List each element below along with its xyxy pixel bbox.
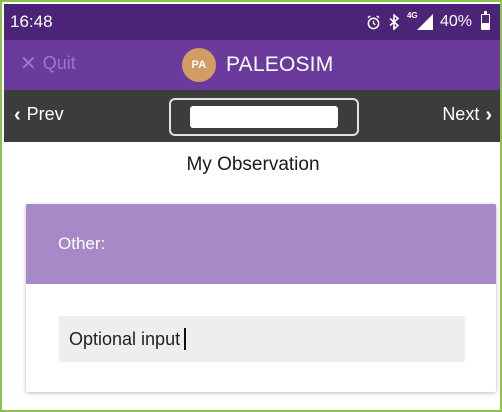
status-time: 16:48	[10, 12, 53, 31]
card-header: Other:	[26, 204, 496, 284]
battery-percent: 40%	[439, 13, 472, 30]
optional-input-field[interactable]: Optional input	[59, 316, 465, 362]
chevron-left-icon: ‹	[14, 103, 21, 126]
optional-input-value: Optional input	[69, 328, 181, 349]
device-frame: 16:48 4G 40% ✕ Quit PA PALEOSIM ‹ Prev N…	[0, 0, 502, 412]
chevron-right-icon: ›	[485, 103, 492, 126]
next-button[interactable]: Next ›	[442, 104, 492, 125]
battery-level-fill	[482, 23, 489, 29]
prev-label: Prev	[26, 104, 64, 124]
bluetooth-icon	[388, 14, 400, 30]
prev-button[interactable]: ‹ Prev	[14, 104, 64, 125]
record-selector-value	[190, 106, 338, 128]
app-name: PALEOSIM	[226, 53, 334, 76]
other-label: Other:	[58, 234, 106, 253]
text-cursor	[184, 328, 187, 350]
next-label: Next	[442, 104, 480, 124]
app-logo: PA	[182, 48, 216, 82]
quit-button[interactable]: ✕ Quit	[20, 53, 76, 74]
page-title: My Observation	[186, 154, 320, 175]
quit-label: Quit	[42, 53, 76, 73]
cell-signal-icon: 4G	[407, 11, 433, 30]
status-bar: 16:48 4G 40%	[4, 4, 500, 40]
battery-icon	[481, 11, 490, 30]
close-icon: ✕	[20, 52, 37, 75]
alarm-clock-icon	[366, 14, 381, 30]
observation-card: Other: Optional input	[26, 204, 496, 392]
app-bar: ✕ Quit PA PALEOSIM	[4, 40, 500, 90]
record-selector-field[interactable]	[169, 98, 359, 136]
logo-text: PA	[191, 59, 207, 71]
navigation-bar: ‹ Prev Next ›	[4, 90, 500, 142]
status-icons: 4G 40%	[366, 11, 490, 31]
app-brand: PA PALEOSIM	[182, 48, 333, 82]
